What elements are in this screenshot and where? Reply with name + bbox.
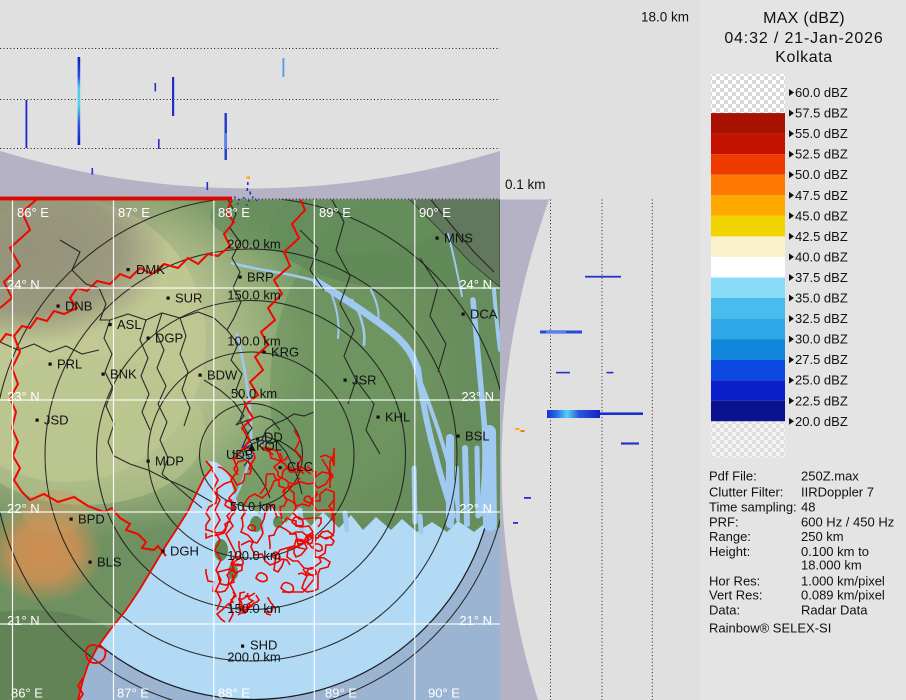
svg-text:47.5 dBZ: 47.5 dBZ [795,188,848,203]
svg-text:250Z.max: 250Z.max [801,469,859,484]
svg-text:40.0 dBZ: 40.0 dBZ [795,249,848,264]
svg-text:Kolkata: Kolkata [775,49,833,66]
svg-text:Clutter Filter:: Clutter Filter: [709,484,783,499]
svg-text:MDP: MDP [155,454,184,469]
svg-text:37.5 dBZ: 37.5 dBZ [795,270,848,285]
svg-text:86° E: 86° E [11,686,43,700]
svg-text:87° E: 87° E [118,205,150,220]
svg-text:87° E: 87° E [117,686,149,700]
svg-text:150.0 km: 150.0 km [227,601,280,616]
svg-text:30.0 dBZ: 30.0 dBZ [795,332,848,347]
svg-text:JSD: JSD [44,413,69,428]
svg-text:90° E: 90° E [428,686,460,700]
svg-text:BLS: BLS [97,555,122,570]
svg-text:23° N: 23° N [461,389,494,404]
svg-text:BDW: BDW [207,368,238,383]
svg-text:KRG: KRG [271,345,299,360]
svg-text:BPD: BPD [78,512,105,527]
svg-text:04:32 / 21-Jan-2026: 04:32 / 21-Jan-2026 [724,30,883,47]
svg-text:Radar Data: Radar Data [801,602,868,617]
svg-text:89° E: 89° E [319,205,351,220]
svg-text:52.5 dBZ: 52.5 dBZ [795,147,848,162]
svg-text:27.5 dBZ: 27.5 dBZ [795,352,848,367]
svg-text:SHD: SHD [250,638,277,653]
svg-text:50.0 km: 50.0 km [231,386,277,401]
svg-text:DMK: DMK [136,262,165,277]
svg-text:BRP: BRP [247,270,274,285]
svg-text:89° E: 89° E [325,686,357,700]
svg-text:45.0 dBZ: 45.0 dBZ [795,208,848,223]
svg-text:DGP: DGP [155,331,183,346]
svg-text:DCA: DCA [470,307,498,322]
svg-text:23° N: 23° N [7,389,40,404]
svg-text:DGH: DGH [170,544,199,559]
svg-text:21° N: 21° N [459,613,492,628]
svg-text:25.0 dBZ: 25.0 dBZ [795,373,848,388]
svg-text:18.0 km: 18.0 km [641,10,689,25]
svg-text:90° E: 90° E [419,205,451,220]
svg-text:1.000 km/pixel: 1.000 km/pixel [801,574,885,589]
svg-text:35.0 dBZ: 35.0 dBZ [795,291,848,306]
svg-text:MAX (dBZ): MAX (dBZ) [763,10,845,27]
svg-text:200.0 km: 200.0 km [227,237,280,252]
svg-text:250 km: 250 km [801,529,844,544]
svg-text:57.5 dBZ: 57.5 dBZ [795,106,848,121]
svg-text:20.0 dBZ: 20.0 dBZ [795,414,848,429]
svg-text:50.0 km: 50.0 km [230,499,276,514]
svg-text:22.5 dBZ: 22.5 dBZ [795,393,848,408]
svg-text:Pdf File:: Pdf File: [709,469,757,484]
svg-text:100.0 km: 100.0 km [227,548,280,563]
svg-text:DNB: DNB [65,299,92,314]
svg-text:55.0 dBZ: 55.0 dBZ [795,126,848,141]
svg-text:Height:: Height: [709,544,750,559]
svg-text:50.0 dBZ: 50.0 dBZ [795,167,848,182]
svg-text:BSL: BSL [465,429,490,444]
svg-text:88° E: 88° E [218,686,250,700]
svg-text:KHL: KHL [385,410,410,425]
svg-text:SUR: SUR [175,291,202,306]
svg-text:PRL: PRL [57,357,82,372]
svg-text:JSR: JSR [352,373,377,388]
svg-text:150.0 km: 150.0 km [227,288,280,303]
svg-text:60.0 dBZ: 60.0 dBZ [795,85,848,100]
svg-text:48: 48 [801,500,815,515]
svg-text:PRF:: PRF: [709,514,739,529]
svg-text:0.1 km: 0.1 km [505,177,546,192]
svg-text:MNS: MNS [444,231,473,246]
svg-text:Data:: Data: [709,602,740,617]
svg-text:24° N: 24° N [7,277,40,292]
svg-text:22° N: 22° N [7,501,40,516]
svg-text:Range:: Range: [709,529,751,544]
svg-text:0.089 km/pixel: 0.089 km/pixel [801,588,885,603]
svg-text:24° N: 24° N [459,277,492,292]
svg-text:88° E: 88° E [218,205,250,220]
svg-text:86° E: 86° E [17,205,49,220]
svg-text:32.5 dBZ: 32.5 dBZ [795,311,848,326]
svg-text:Hor Res:: Hor Res: [709,574,760,589]
svg-text:Time sampling:: Time sampling: [709,500,797,515]
svg-text:42.5 dBZ: 42.5 dBZ [795,229,848,244]
svg-text:Rainbow® SELEX-SI: Rainbow® SELEX-SI [709,621,831,636]
svg-text:BNK: BNK [110,367,137,382]
svg-text:22° N: 22° N [459,501,492,516]
svg-text:ASL: ASL [117,317,142,332]
svg-text:CLC: CLC [287,459,313,474]
svg-text:IIRDoppler 7: IIRDoppler 7 [801,484,874,499]
svg-text:21° N: 21° N [7,613,40,628]
svg-text:600 Hz / 450 Hz: 600 Hz / 450 Hz [801,514,894,529]
svg-text:KOL: KOL [256,439,282,454]
svg-text:18.000 km: 18.000 km [801,558,862,573]
svg-text:Vert Res:: Vert Res: [709,588,762,603]
